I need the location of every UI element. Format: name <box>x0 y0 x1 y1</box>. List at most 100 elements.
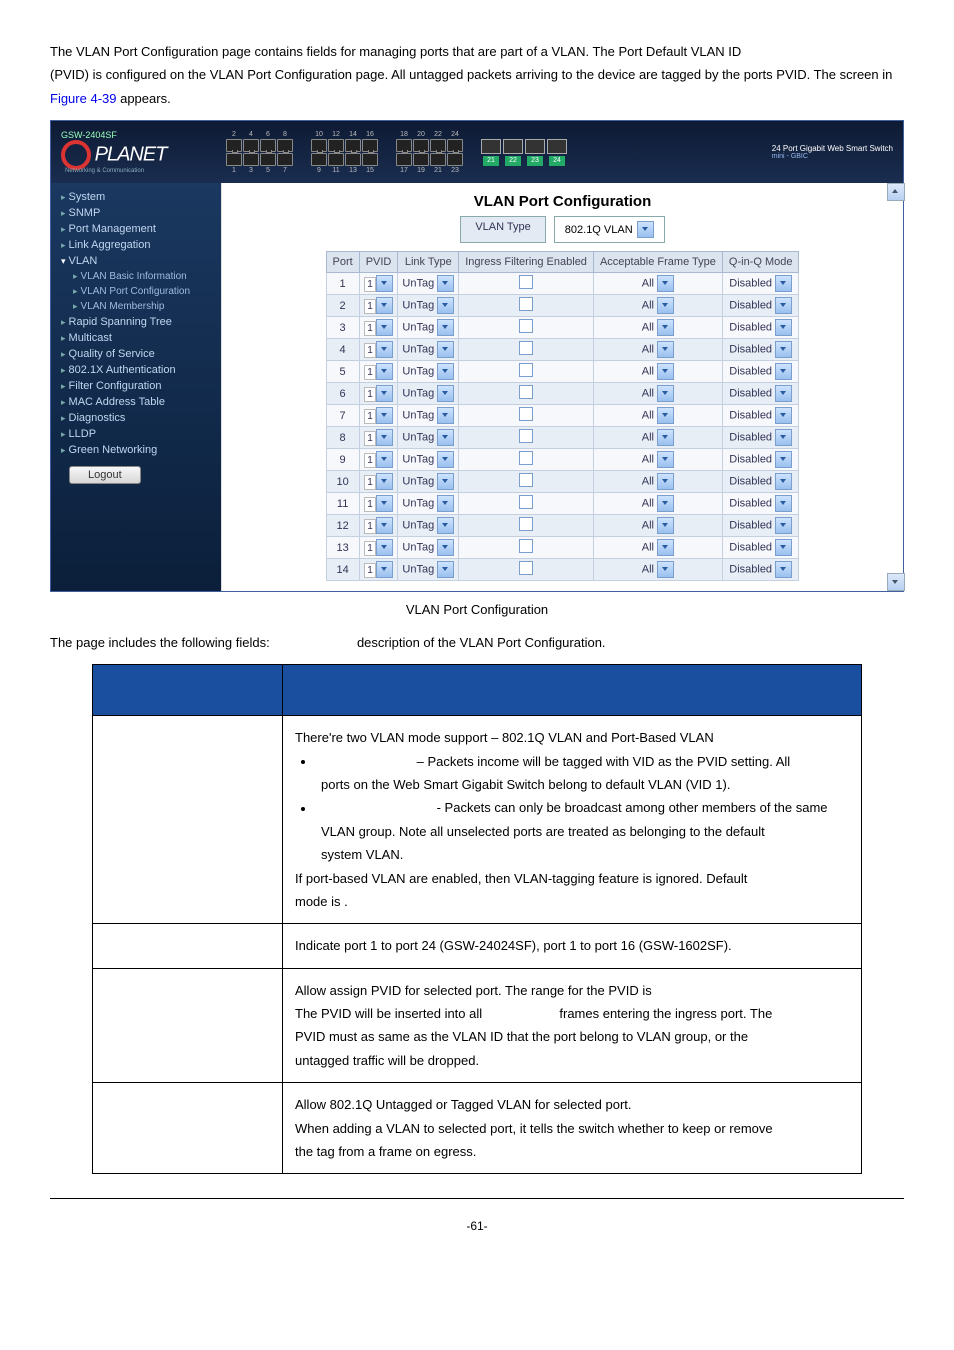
chevron-down-icon[interactable] <box>376 341 393 358</box>
sidebar-item[interactable]: ▸802.1X Authentication <box>51 362 221 378</box>
link-type-select[interactable]: UnTag <box>402 278 437 290</box>
chevron-down-icon[interactable] <box>376 297 393 314</box>
qinq-select[interactable]: Disabled <box>729 498 772 510</box>
ingress-checkbox[interactable] <box>519 495 533 509</box>
aft-select[interactable]: All <box>642 344 654 356</box>
chevron-down-icon[interactable] <box>437 429 454 446</box>
link-type-select[interactable]: UnTag <box>402 498 437 510</box>
chevron-down-icon[interactable] <box>657 297 674 314</box>
link-type-select[interactable]: UnTag <box>402 564 437 576</box>
aft-select[interactable]: All <box>642 366 654 378</box>
chevron-down-icon[interactable] <box>657 407 674 424</box>
link-type-select[interactable]: UnTag <box>402 322 437 334</box>
pvid-input[interactable]: 1 <box>364 453 376 468</box>
aft-select[interactable]: All <box>642 300 654 312</box>
sidebar-item[interactable]: ▸Rapid Spanning Tree <box>51 314 221 330</box>
chevron-down-icon[interactable] <box>657 429 674 446</box>
chevron-down-icon[interactable] <box>657 561 674 578</box>
figure-link[interactable]: Figure 4-39 <box>50 91 116 106</box>
chevron-down-icon[interactable] <box>376 407 393 424</box>
ingress-checkbox[interactable] <box>519 297 533 311</box>
ingress-checkbox[interactable] <box>519 451 533 465</box>
aft-select[interactable]: All <box>642 388 654 400</box>
qinq-select[interactable]: Disabled <box>729 344 772 356</box>
pvid-input[interactable]: 1 <box>364 563 376 578</box>
pvid-input[interactable]: 1 <box>364 321 376 336</box>
sidebar-item[interactable]: ▸VLAN Membership <box>51 299 221 314</box>
sidebar-item[interactable]: ▸Diagnostics <box>51 410 221 426</box>
link-type-select[interactable]: UnTag <box>402 432 437 444</box>
chevron-down-icon[interactable] <box>775 561 792 578</box>
chevron-down-icon[interactable] <box>657 319 674 336</box>
aft-select[interactable]: All <box>642 454 654 466</box>
chevron-down-icon[interactable] <box>376 451 393 468</box>
chevron-down-icon[interactable] <box>775 517 792 534</box>
ingress-checkbox[interactable] <box>519 517 533 531</box>
chevron-down-icon[interactable] <box>437 385 454 402</box>
ingress-checkbox[interactable] <box>519 561 533 575</box>
vlan-type-select[interactable]: 802.1Q VLAN <box>554 216 665 243</box>
ingress-checkbox[interactable] <box>519 319 533 333</box>
ingress-checkbox[interactable] <box>519 275 533 289</box>
qinq-select[interactable]: Disabled <box>729 366 772 378</box>
sidebar-item[interactable]: ▸Filter Configuration <box>51 378 221 394</box>
link-type-select[interactable]: UnTag <box>402 542 437 554</box>
chevron-down-icon[interactable] <box>376 473 393 490</box>
chevron-down-icon[interactable] <box>437 539 454 556</box>
aft-select[interactable]: All <box>642 322 654 334</box>
chevron-down-icon[interactable] <box>657 539 674 556</box>
chevron-down-icon[interactable] <box>376 363 393 380</box>
aft-select[interactable]: All <box>642 564 654 576</box>
chevron-down-icon[interactable] <box>437 407 454 424</box>
chevron-down-icon[interactable] <box>775 407 792 424</box>
chevron-down-icon[interactable] <box>437 473 454 490</box>
aft-select[interactable]: All <box>642 278 654 290</box>
link-type-select[interactable]: UnTag <box>402 344 437 356</box>
link-type-select[interactable]: UnTag <box>402 520 437 532</box>
chevron-down-icon[interactable] <box>657 385 674 402</box>
chevron-down-icon[interactable] <box>437 297 454 314</box>
sidebar-item[interactable]: ▸Port Management <box>51 221 221 237</box>
scroll-up-icon[interactable] <box>887 183 905 201</box>
chevron-down-icon[interactable] <box>376 539 393 556</box>
chevron-down-icon[interactable] <box>775 495 792 512</box>
chevron-down-icon[interactable] <box>775 275 792 292</box>
chevron-down-icon[interactable] <box>775 385 792 402</box>
link-type-select[interactable]: UnTag <box>402 476 437 488</box>
qinq-select[interactable]: Disabled <box>729 432 772 444</box>
aft-select[interactable]: All <box>642 410 654 422</box>
sidebar-item[interactable]: ▸MAC Address Table <box>51 394 221 410</box>
ingress-checkbox[interactable] <box>519 539 533 553</box>
pvid-input[interactable]: 1 <box>364 277 376 292</box>
pvid-input[interactable]: 1 <box>364 431 376 446</box>
qinq-select[interactable]: Disabled <box>729 388 772 400</box>
chevron-down-icon[interactable] <box>657 451 674 468</box>
chevron-down-icon[interactable] <box>775 539 792 556</box>
qinq-select[interactable]: Disabled <box>729 520 772 532</box>
sidebar-item[interactable]: ▸Quality of Service <box>51 346 221 362</box>
chevron-down-icon[interactable] <box>657 517 674 534</box>
ingress-checkbox[interactable] <box>519 407 533 421</box>
sidebar-item[interactable]: ▸Multicast <box>51 330 221 346</box>
aft-select[interactable]: All <box>642 542 654 554</box>
link-type-select[interactable]: UnTag <box>402 366 437 378</box>
chevron-down-icon[interactable] <box>376 319 393 336</box>
qinq-select[interactable]: Disabled <box>729 542 772 554</box>
chevron-down-icon[interactable] <box>437 517 454 534</box>
chevron-down-icon[interactable] <box>376 429 393 446</box>
chevron-down-icon[interactable] <box>657 363 674 380</box>
sidebar-item[interactable]: ▸Green Networking <box>51 442 221 458</box>
chevron-down-icon[interactable] <box>376 495 393 512</box>
scroll-down-icon[interactable] <box>887 573 905 591</box>
logout-button[interactable]: Logout <box>69 466 141 484</box>
pvid-input[interactable]: 1 <box>364 343 376 358</box>
ingress-checkbox[interactable] <box>519 429 533 443</box>
chevron-down-icon[interactable] <box>657 275 674 292</box>
sidebar-item[interactable]: ▾VLAN <box>51 253 221 269</box>
chevron-down-icon[interactable] <box>376 517 393 534</box>
chevron-down-icon[interactable] <box>376 385 393 402</box>
chevron-down-icon[interactable] <box>376 561 393 578</box>
chevron-down-icon[interactable] <box>437 561 454 578</box>
qinq-select[interactable]: Disabled <box>729 322 772 334</box>
sidebar-item[interactable]: ▸VLAN Port Configuration <box>51 284 221 299</box>
